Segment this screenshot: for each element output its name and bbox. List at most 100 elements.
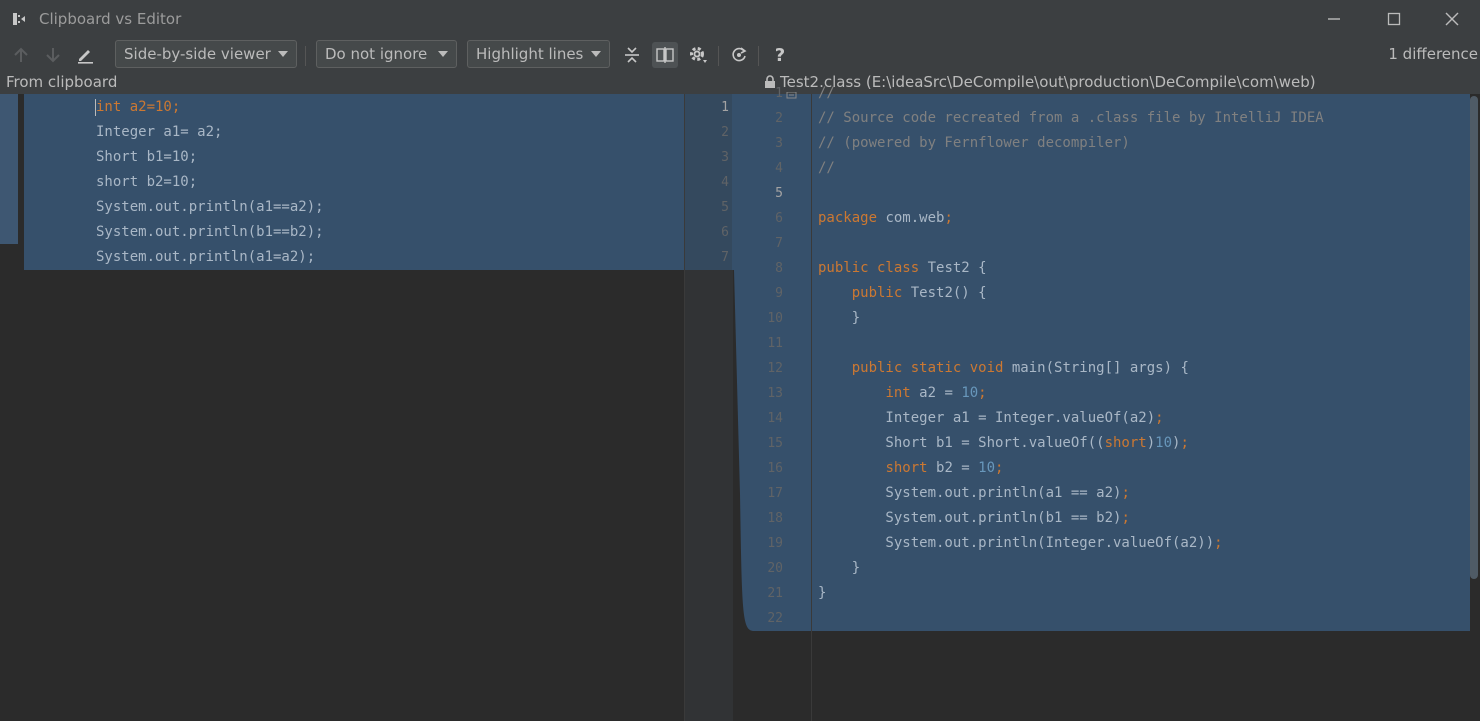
line-number: 20 [767,561,783,576]
minimize-icon [1328,18,1340,20]
code-line: Integer a1= a2; [96,124,223,140]
code-line: System.out.println(b1 == b2); [818,510,1130,526]
toolbar-separator [718,46,719,66]
arrow-up-icon [14,47,28,62]
refresh-icon [732,47,747,62]
code-line: System.out.println(a1 == a2); [818,485,1130,501]
right-editor[interactable]: // // Source code recreated from a .clas… [811,85,1480,721]
line-number: 5 [775,186,783,201]
highlight-mode-value: Highlight lines [476,45,584,63]
left-editor[interactable]: int a2=10; Integer a1= a2; Short b1=10; … [0,94,684,721]
code-line: } [818,560,861,576]
line-number: 3 [775,136,783,151]
line-number: 2 [721,125,729,140]
code-line: public static void main(String[] args) { [851,360,1189,376]
viewer-mode-select[interactable]: Side-by-side viewer [115,40,297,68]
line-number: 6 [721,225,729,240]
code-line: short b2=10; [96,174,198,190]
highlight-mode-select[interactable]: Highlight lines [467,40,610,68]
code-line: int a2=10; [96,99,181,115]
line-number: 18 [767,511,783,526]
line-number: 5 [721,200,729,215]
viewer-mode-value: Side-by-side viewer [124,45,271,63]
chevron-down-icon [278,51,288,57]
edit-source-button[interactable] [72,42,98,68]
line-number: 4 [775,161,783,176]
maximize-icon [1387,12,1401,26]
right-panel-title: Test2.class (E:\ideaSrc\DeCompile\out\pr… [780,73,1316,91]
arrow-down-icon [46,48,60,63]
line-number: 9 [775,286,783,301]
line-number: 13 [767,386,783,401]
line-number: 17 [767,486,783,501]
code-line: } [818,310,861,326]
sync-scroll-icon [656,47,674,63]
fold-icon [786,92,797,99]
code-line: public class Test2 { [818,260,987,276]
toolbar-separator [305,46,306,66]
line-number: 16 [767,461,783,476]
collapse-icon [625,47,639,63]
code-line: System.out.println(a1=a2); [96,249,316,265]
previous-difference-button[interactable] [8,42,34,68]
code-line: short b2 = 10; [885,460,1004,476]
code-line: // (powered by Fernflower decompiler) [818,135,1130,151]
collapse-unchanged-button[interactable] [619,42,645,68]
line-number: 14 [767,411,783,426]
chevron-down-icon [438,51,448,57]
gear-icon [690,47,707,63]
line-number: 7 [721,250,729,265]
help-button[interactable]: ? [767,42,793,68]
line-number: 8 [775,261,783,276]
code-line: // Source code recreated from a .class f… [818,110,1324,126]
change-marker [0,94,18,244]
line-number: 21 [767,586,783,601]
line-number: 22 [767,611,783,626]
code-line: System.out.println(Integer.valueOf(a2)); [818,535,1223,551]
line-number: 1 [775,86,783,101]
toolbar-separator [758,46,759,66]
title-bar: Clipboard vs Editor [0,0,1480,38]
code-line: package com.web; [818,210,953,226]
ignore-mode-select[interactable]: Do not ignore [316,40,457,68]
code-line: Short b1=10; [96,149,198,165]
edit-icon [78,50,93,64]
next-difference-button[interactable] [40,42,66,68]
line-number: 11 [767,336,783,351]
settings-button[interactable] [685,42,711,68]
code-line: System.out.println(a1==a2); [96,199,324,215]
right-line-numbers: 1 2 3 4 5 6 7 8 9 10 11 12 13 14 15 16 1… [739,86,783,634]
code-line: public Test2() { [851,285,987,301]
sync-scroll-toggle[interactable] [652,42,678,68]
code-line: int a2 = 10; [885,385,987,401]
line-number: 1 [721,100,729,115]
right-panel-title-wrap: Test2.class (E:\ideaSrc\DeCompile\out\pr… [764,73,1316,92]
close-icon [1445,12,1459,26]
line-number: 12 [767,361,783,376]
code-line: Short b1 = Short.valueOf((short)10); [818,435,1189,451]
line-number: 3 [721,150,729,165]
window-title: Clipboard vs Editor [39,10,182,28]
line-number: 2 [775,111,783,126]
refresh-button[interactable] [726,42,752,68]
line-number: 6 [775,211,783,226]
code-line: // [818,160,835,176]
code-line: } [818,585,827,601]
ignore-mode-value: Do not ignore [325,45,428,63]
difference-count: 1 difference [1388,45,1478,63]
code-line: Integer a1 = Integer.valueOf(a2); [818,410,1164,426]
line-number: 19 [767,536,783,551]
left-panel-title: From clipboard [6,73,118,91]
line-number: 15 [767,436,783,451]
line-number: 4 [721,175,729,190]
code-line: System.out.println(b1==b2); [96,224,324,240]
line-number: 10 [767,311,783,326]
code-line: // [818,85,835,101]
diff-toolbar: Side-by-side viewer Do not ignore Highli… [0,38,1480,72]
minimize-button[interactable] [1306,0,1364,38]
maximize-button[interactable] [1366,0,1424,38]
app-icon [12,11,28,27]
vertical-scrollbar[interactable] [1470,96,1478,579]
line-number: 7 [775,236,783,251]
close-button[interactable] [1424,0,1480,38]
